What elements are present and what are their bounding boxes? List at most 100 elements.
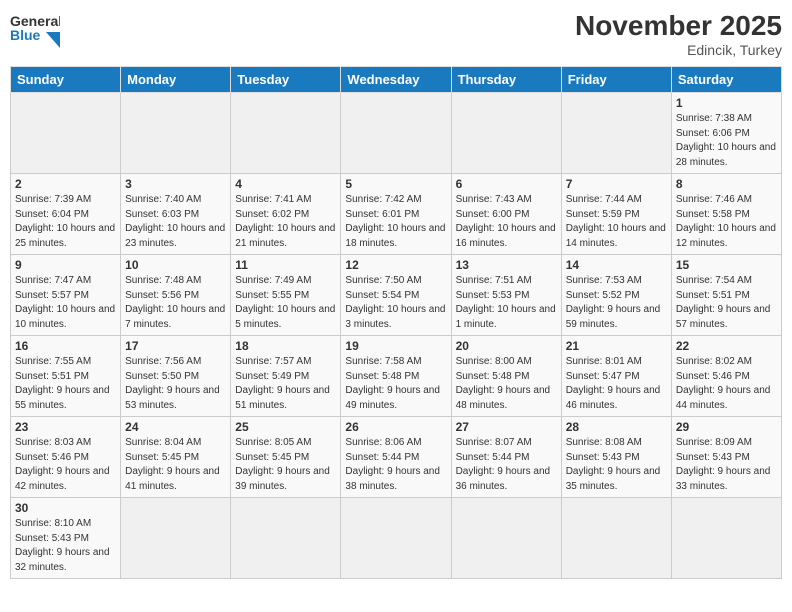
day-number: 16 (15, 339, 116, 353)
day-number: 21 (566, 339, 667, 353)
day-number: 27 (456, 420, 557, 434)
calendar-cell (451, 93, 561, 174)
day-info: Sunrise: 7:38 AMSunset: 6:06 PMDaylight:… (676, 112, 777, 170)
day-info: Sunrise: 7:40 AMSunset: 6:03 PMDaylight:… (125, 193, 226, 251)
day-info: Sunrise: 7:56 AMSunset: 5:50 PMDaylight:… (125, 355, 226, 413)
day-info: Sunrise: 7:51 AMSunset: 5:53 PMDaylight:… (456, 274, 557, 332)
col-friday: Friday (561, 67, 671, 93)
calendar-cell: 7 Sunrise: 7:44 AMSunset: 5:59 PMDaylight… (561, 174, 671, 255)
calendar-cell: 25 Sunrise: 8:05 AMSunset: 5:45 PMDayligh… (231, 417, 341, 498)
day-number: 7 (566, 177, 667, 191)
calendar-cell: 3Sunrise: 7:40 AMSunset: 6:03 PMDaylight… (121, 174, 231, 255)
day-info: Sunrise: 7:42 AMSunset: 6:01 PMDaylight:… (345, 193, 446, 251)
calendar-cell: 10Sunrise: 7:48 AMSunset: 5:56 PMDayligh… (121, 255, 231, 336)
col-wednesday: Wednesday (341, 67, 451, 93)
day-number: 23 (15, 420, 116, 434)
day-number: 20 (456, 339, 557, 353)
day-number: 1 (676, 96, 777, 110)
day-info: Sunrise: 8:05 AMSunset: 5:45 PMDaylight:… (235, 436, 336, 494)
day-number: 19 (345, 339, 446, 353)
calendar-cell (671, 498, 781, 579)
day-number: 4 (235, 177, 336, 191)
day-number: 25 (235, 420, 336, 434)
day-info: Sunrise: 7:48 AMSunset: 5:56 PMDaylight:… (125, 274, 226, 332)
day-number: 29 (676, 420, 777, 434)
day-info: Sunrise: 8:09 AMSunset: 5:43 PMDaylight:… (676, 436, 777, 494)
calendar-cell (11, 93, 121, 174)
calendar-cell: 26 Sunrise: 8:06 AMSunset: 5:44 PMDayligh… (341, 417, 451, 498)
calendar-cell (561, 498, 671, 579)
calendar-cell: 28Sunrise: 8:08 AMSunset: 5:43 PMDayligh… (561, 417, 671, 498)
title-block: November 2025 Edincik, Turkey (575, 10, 782, 58)
calendar-cell (121, 93, 231, 174)
calendar-cell: 12 Sunrise: 7:50 AMSunset: 5:54 PMDayligh… (341, 255, 451, 336)
day-info: Sunrise: 7:55 AMSunset: 5:51 PMDaylight:… (15, 355, 116, 413)
calendar-header-row: Sunday Monday Tuesday Wednesday Thursday… (11, 67, 782, 93)
day-info: Sunrise: 8:10 AMSunset: 5:43 PMDaylight:… (15, 517, 116, 575)
day-info: Sunrise: 7:47 AMSunset: 5:57 PMDaylight:… (15, 274, 116, 332)
day-number: 18 (235, 339, 336, 353)
day-info: Sunrise: 8:06 AMSunset: 5:44 PMDaylight:… (345, 436, 446, 494)
calendar-cell: 20 Sunrise: 8:00 AMSunset: 5:48 PMDayligh… (451, 336, 561, 417)
calendar-cell: 5 Sunrise: 7:42 AMSunset: 6:01 PMDaylight… (341, 174, 451, 255)
calendar-cell: 13Sunrise: 7:51 AMSunset: 5:53 PMDayligh… (451, 255, 561, 336)
day-info: Sunrise: 7:50 AMSunset: 5:54 PMDaylight:… (345, 274, 446, 332)
calendar-cell: 29 Sunrise: 8:09 AMSunset: 5:43 PMDayligh… (671, 417, 781, 498)
day-info: Sunrise: 7:57 AMSunset: 5:49 PMDaylight:… (235, 355, 336, 413)
day-info: Sunrise: 8:02 AMSunset: 5:46 PMDaylight:… (676, 355, 777, 413)
day-number: 2 (15, 177, 116, 191)
logo: General Blue (10, 10, 60, 50)
day-info: Sunrise: 7:43 AMSunset: 6:00 PMDaylight:… (456, 193, 557, 251)
header: General Blue November 2025 Edincik, Turk… (10, 10, 782, 58)
day-number: 22 (676, 339, 777, 353)
logo-icon: General Blue (10, 10, 60, 50)
day-number: 24 (125, 420, 226, 434)
calendar-cell: 16 Sunrise: 7:55 AMSunset: 5:51 PMDayligh… (11, 336, 121, 417)
col-monday: Monday (121, 67, 231, 93)
svg-text:Blue: Blue (10, 27, 41, 43)
day-number: 14 (566, 258, 667, 272)
calendar-cell (231, 93, 341, 174)
calendar-page: General Blue November 2025 Edincik, Turk… (0, 0, 792, 612)
day-info: Sunrise: 7:39 AMSunset: 6:04 PMDaylight:… (15, 193, 116, 251)
day-number: 6 (456, 177, 557, 191)
calendar-cell: 14 Sunrise: 7:53 AMSunset: 5:52 PMDayligh… (561, 255, 671, 336)
col-sunday: Sunday (11, 67, 121, 93)
calendar-cell: 18 Sunrise: 7:57 AMSunset: 5:49 PMDayligh… (231, 336, 341, 417)
calendar-cell: 11 Sunrise: 7:49 AMSunset: 5:55 PMDayligh… (231, 255, 341, 336)
calendar-cell: 22 Sunrise: 8:02 AMSunset: 5:46 PMDayligh… (671, 336, 781, 417)
day-number: 12 (345, 258, 446, 272)
calendar-cell (451, 498, 561, 579)
col-thursday: Thursday (451, 67, 561, 93)
calendar-cell (231, 498, 341, 579)
calendar-cell: 8Sunrise: 7:46 AMSunset: 5:58 PMDaylight… (671, 174, 781, 255)
day-info: Sunrise: 8:04 AMSunset: 5:45 PMDaylight:… (125, 436, 226, 494)
col-saturday: Saturday (671, 67, 781, 93)
calendar-cell: 15 Sunrise: 7:54 AMSunset: 5:51 PMDayligh… (671, 255, 781, 336)
day-info: Sunrise: 8:03 AMSunset: 5:46 PMDaylight:… (15, 436, 116, 494)
calendar-cell: 6 Sunrise: 7:43 AMSunset: 6:00 PMDaylight… (451, 174, 561, 255)
day-number: 26 (345, 420, 446, 434)
day-number: 15 (676, 258, 777, 272)
calendar-cell: 24 Sunrise: 8:04 AMSunset: 5:45 PMDayligh… (121, 417, 231, 498)
day-info: Sunrise: 7:54 AMSunset: 5:51 PMDaylight:… (676, 274, 777, 332)
calendar-cell: 23 Sunrise: 8:03 AMSunset: 5:46 PMDayligh… (11, 417, 121, 498)
day-info: Sunrise: 8:07 AMSunset: 5:44 PMDaylight:… (456, 436, 557, 494)
calendar-cell: 9Sunrise: 7:47 AMSunset: 5:57 PMDaylight… (11, 255, 121, 336)
day-info: Sunrise: 7:41 AMSunset: 6:02 PMDaylight:… (235, 193, 336, 251)
day-number: 11 (235, 258, 336, 272)
day-info: Sunrise: 7:49 AMSunset: 5:55 PMDaylight:… (235, 274, 336, 332)
day-number: 5 (345, 177, 446, 191)
calendar-cell: 1 Sunrise: 7:38 AMSunset: 6:06 PMDaylight… (671, 93, 781, 174)
calendar-table: Sunday Monday Tuesday Wednesday Thursday… (10, 66, 782, 579)
month-title: November 2025 (575, 10, 782, 42)
calendar-cell: 2 Sunrise: 7:39 AMSunset: 6:04 PMDaylight… (11, 174, 121, 255)
day-info: Sunrise: 7:58 AMSunset: 5:48 PMDaylight:… (345, 355, 446, 413)
location: Edincik, Turkey (575, 42, 782, 58)
day-number: 17 (125, 339, 226, 353)
day-info: Sunrise: 8:00 AMSunset: 5:48 PMDaylight:… (456, 355, 557, 413)
day-number: 30 (15, 501, 116, 515)
day-info: Sunrise: 7:53 AMSunset: 5:52 PMDaylight:… (566, 274, 667, 332)
day-info: Sunrise: 7:44 AMSunset: 5:59 PMDaylight:… (566, 193, 667, 251)
calendar-cell (561, 93, 671, 174)
